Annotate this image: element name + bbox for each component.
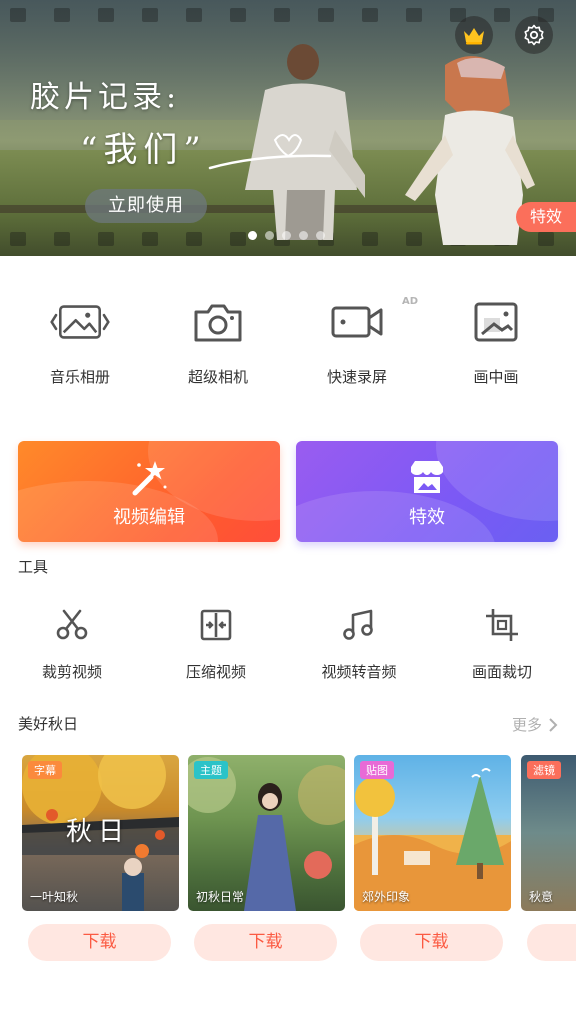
chevron-right-icon: [549, 717, 558, 732]
template-card[interactable]: 滤镜 秋意 下载: [521, 755, 576, 961]
template-card[interactable]: 贴图 郊外印象 下载: [354, 755, 511, 961]
ad-badge: AD: [402, 296, 419, 307]
carousel-indicator: [248, 231, 325, 240]
template-name: 一叶知秋: [30, 890, 79, 904]
template-carousel[interactable]: 秋日 字幕 一叶知秋 下载 主题 初秋日常 下载 贴图 郊外印象 下载 滤镜 秋…: [22, 755, 576, 975]
camera-icon: [188, 290, 248, 354]
template-tag: 主题: [194, 761, 228, 779]
card-label: 特效: [409, 507, 445, 528]
template-name: 初秋日常: [196, 890, 245, 904]
template-thumbnail[interactable]: 主题 初秋日常: [188, 755, 345, 911]
quick-item-label: 超级相机: [187, 368, 248, 386]
music-note-icon: [339, 605, 379, 645]
template-name: 秋意: [529, 890, 554, 904]
quick-item-music-album[interactable]: 音乐相册: [10, 290, 150, 387]
template-tag: 贴图: [360, 761, 394, 779]
template-name: 郊外印象: [362, 890, 411, 904]
template-card[interactable]: 主题 初秋日常 下载: [188, 755, 345, 961]
photo-album-icon: [50, 290, 110, 354]
quick-tools: 音乐相册 超级相机 快速录屏 画中画: [0, 290, 576, 400]
autumn-section-title: 美好秋日: [18, 715, 79, 733]
picture-in-picture-icon: [466, 290, 526, 354]
vip-button[interactable]: [455, 16, 493, 54]
magic-wand-icon: [132, 461, 167, 496]
effect-badge[interactable]: 特效: [516, 202, 576, 232]
video-edit-card[interactable]: 视频编辑: [18, 441, 280, 542]
template-thumbnail[interactable]: 贴图 郊外印象: [354, 755, 511, 911]
carousel-dot[interactable]: [265, 231, 274, 240]
carousel-dot[interactable]: [299, 231, 308, 240]
quick-item-label: 画中画: [473, 368, 519, 386]
compress-icon: [196, 605, 236, 645]
settings-button[interactable]: [515, 16, 553, 54]
download-button[interactable]: 下载: [28, 924, 171, 961]
download-button[interactable]: 下载: [527, 924, 576, 961]
screen-record-icon: [327, 290, 387, 354]
tool-label: 裁剪视频: [41, 663, 102, 681]
more-link[interactable]: 更多: [512, 714, 558, 735]
download-button[interactable]: 下载: [194, 924, 337, 961]
tool-label: 画面裁切: [471, 663, 532, 681]
template-thumbnail[interactable]: 滤镜 秋意: [521, 755, 576, 911]
quick-item-label: 快速录屏: [326, 368, 387, 386]
carousel-dot[interactable]: [316, 231, 325, 240]
carousel-dot-active[interactable]: [248, 231, 257, 240]
download-button[interactable]: 下载: [360, 924, 503, 961]
gear-icon: [524, 24, 544, 46]
card-label: 视频编辑: [113, 507, 185, 528]
tool-label: 视频转音频: [321, 663, 397, 681]
tool-video-to-audio[interactable]: 视频转音频: [289, 605, 429, 682]
template-thumbnail[interactable]: 秋日 字幕 一叶知秋: [22, 755, 179, 911]
use-now-button[interactable]: 立即使用: [85, 189, 207, 223]
crown-icon: [464, 28, 484, 45]
tool-crop-frame[interactable]: 画面裁切: [432, 605, 572, 682]
scissors-icon: [52, 605, 92, 645]
template-tag: 滤镜: [527, 761, 561, 779]
template-card[interactable]: 秋日 字幕 一叶知秋 下载: [22, 755, 179, 961]
quick-item-label: 音乐相册: [49, 368, 110, 386]
tool-trim-video[interactable]: 裁剪视频: [2, 605, 142, 682]
effect-card[interactable]: 特效: [296, 441, 558, 542]
store-icon: [411, 461, 443, 493]
quick-item-super-camera[interactable]: 超级相机: [148, 290, 288, 387]
tool-label: 压缩视频: [185, 663, 246, 681]
tool-compress-video[interactable]: 压缩视频: [146, 605, 286, 682]
quick-item-pip[interactable]: 画中画: [426, 290, 566, 387]
scribble-decoration: [208, 134, 332, 170]
hero-banner[interactable]: 胶片记录: “我们” 立即使用 特效: [0, 0, 576, 256]
crop-icon: [482, 605, 522, 645]
tools-section-title: 工具: [18, 558, 49, 576]
more-label: 更多: [511, 716, 542, 734]
template-overlay-text: 秋日: [66, 817, 131, 847]
template-tag: 字幕: [28, 761, 62, 779]
carousel-dot[interactable]: [282, 231, 291, 240]
